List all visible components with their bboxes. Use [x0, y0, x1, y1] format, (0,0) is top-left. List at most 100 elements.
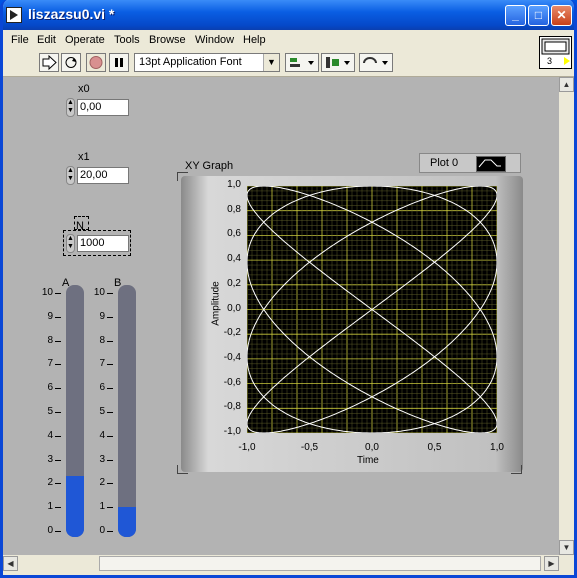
- tank-scale-label: 5: [47, 406, 53, 417]
- y-tick-label: 0,6: [227, 228, 241, 240]
- menu-window[interactable]: Window: [195, 34, 234, 46]
- menu-browse[interactable]: Browse: [149, 34, 186, 46]
- font-select[interactable]: 13pt Application Font ▼: [134, 53, 280, 72]
- y-tick-label: 1,0: [227, 179, 241, 190]
- tank-scale-tick: [107, 293, 113, 294]
- x1-numeric-input[interactable]: 20,00: [77, 167, 129, 184]
- run-continuously-icon[interactable]: [61, 53, 81, 72]
- vertical-scrollbar[interactable]: ▲ ▼: [559, 77, 574, 555]
- y-tick-label: -0,8: [223, 401, 241, 413]
- plot-legend-swatch-icon: [476, 156, 506, 172]
- window-title: liszazsu0.vi *: [28, 6, 115, 22]
- tank-scale-tick: [107, 364, 113, 366]
- tank-scale-label: 4: [47, 429, 53, 441]
- minimize-icon[interactable]: _: [505, 5, 526, 26]
- tank-scale-label: 7: [47, 358, 53, 370]
- title-bar[interactable]: liszazsu0.vi * _ □ ✕: [3, 0, 574, 30]
- tank-scale-label: 7: [99, 358, 105, 370]
- reorder-icon[interactable]: [359, 53, 393, 72]
- pause-icon[interactable]: [109, 53, 129, 72]
- horizontal-scroll-thumb[interactable]: [99, 556, 541, 571]
- graph-corner-marker: [177, 172, 188, 181]
- tank-scale-tick: [107, 412, 113, 413]
- n-numeric-input[interactable]: 1000: [77, 235, 129, 252]
- x-tick-label: 1,0: [490, 442, 504, 453]
- tank-scale-label: 6: [99, 382, 105, 394]
- vi-connector-number: 3: [547, 56, 553, 66]
- x0-increment-decrement[interactable]: ▲ ▼: [66, 98, 75, 117]
- tank-scale-label: 9: [99, 310, 105, 322]
- tank-b[interactable]: [118, 285, 136, 537]
- abort-icon[interactable]: [86, 53, 106, 72]
- tank-scale-tick: [55, 340, 61, 342]
- menu-edit[interactable]: Edit: [37, 34, 56, 46]
- tank-scale-label: 5: [99, 406, 105, 417]
- tank-scale-tick: [55, 316, 61, 318]
- maximize-icon[interactable]: □: [528, 5, 549, 26]
- tank-scale-label: 0: [47, 525, 53, 536]
- font-select-value: 13pt Application Font: [139, 56, 242, 68]
- graph-corner-marker: [511, 465, 522, 474]
- tank-scale-tick: [107, 435, 113, 437]
- labview-vi-icon[interactable]: [6, 7, 22, 23]
- y-tick-label: 0,4: [227, 253, 241, 265]
- horizontal-scrollbar[interactable]: ◀ ▶: [3, 555, 559, 572]
- tank-a-scale: 10 9 8 7 6 5 4 3 2 1 0: [33, 287, 63, 537]
- n-increment-decrement[interactable]: ▲ ▼: [66, 234, 75, 253]
- x1-increment-decrement[interactable]: ▲ ▼: [66, 166, 75, 185]
- tank-scale-tick: [55, 435, 61, 437]
- tank-scale-tick: [107, 316, 113, 318]
- x1-label: x1: [78, 151, 90, 163]
- tank-scale-tick: [55, 459, 61, 461]
- tank-scale-label: 0: [99, 525, 105, 536]
- tank-b-scale: 10 9 8 7 6 5 4 3 2 1 0: [85, 287, 115, 537]
- x-axis-label: Time: [357, 455, 379, 466]
- xy-graph-label: XY Graph: [185, 160, 234, 172]
- plot-legend[interactable]: Plot 0: [419, 153, 521, 173]
- tank-scale-tick: [55, 293, 61, 294]
- x-tick-label: -1,0: [238, 442, 256, 453]
- x-tick-label: 0,0: [365, 442, 379, 453]
- menu-help[interactable]: Help: [243, 34, 266, 46]
- tank-scale-tick: [55, 507, 61, 509]
- plot-area[interactable]: [247, 186, 497, 433]
- tank-a-fill: [66, 476, 84, 537]
- scroll-up-icon[interactable]: ▲: [559, 77, 574, 92]
- menu-tools[interactable]: Tools: [114, 34, 140, 46]
- tank-scale-tick: [107, 388, 113, 390]
- tank-a[interactable]: [66, 285, 84, 537]
- chevron-down-icon: ▼: [263, 54, 279, 71]
- tank-scale-label: 10: [93, 287, 105, 298]
- tank-scale-tick: [107, 483, 113, 485]
- x-axis-ticks: -1,0 -0,5 0,0 0,5 1,0: [229, 440, 519, 456]
- run-arrow-icon[interactable]: [39, 53, 59, 72]
- align-objects-icon[interactable]: [285, 53, 319, 72]
- tank-scale-label: 4: [99, 429, 105, 441]
- front-panel[interactable]: x0 ▲ ▼ 0,00 x1 ▲ ▼ 20,00 N ▲ ▼ 1000 A 10 9 8 7…: [3, 77, 559, 555]
- tank-scale-label: 8: [47, 334, 53, 346]
- scroll-down-icon[interactable]: ▼: [559, 540, 574, 555]
- x0-numeric-input[interactable]: 0,00: [77, 99, 129, 116]
- tank-scale-label: 1: [99, 501, 105, 513]
- y-tick-label: -0,2: [223, 327, 241, 339]
- tank-scale-label: 8: [99, 334, 105, 346]
- tank-scale-tick: [55, 364, 61, 366]
- close-icon[interactable]: ✕: [551, 5, 572, 26]
- tank-scale-label: 3: [47, 453, 53, 465]
- vi-connector-icon[interactable]: 3: [539, 36, 572, 69]
- menu-operate[interactable]: Operate: [65, 34, 105, 46]
- scroll-right-icon[interactable]: ▶: [544, 556, 559, 571]
- menu-file[interactable]: File: [11, 34, 29, 46]
- tank-scale-label: 6: [47, 382, 53, 394]
- y-tick-label: 0,8: [227, 203, 241, 215]
- plot-legend-label: Plot 0: [430, 157, 459, 169]
- tank-scale-tick: [107, 340, 113, 342]
- tank-scale-tick: [107, 531, 113, 532]
- tank-scale-tick: [107, 459, 113, 461]
- labview-window: liszazsu0.vi * _ □ ✕ File Edit Operate T…: [0, 0, 577, 578]
- tank-scale-label: 3: [99, 453, 105, 465]
- tank-scale-tick: [55, 483, 61, 485]
- y-tick-label: -0,4: [223, 351, 241, 363]
- scroll-left-icon[interactable]: ◀: [3, 556, 18, 571]
- distribute-objects-icon[interactable]: [321, 53, 355, 72]
